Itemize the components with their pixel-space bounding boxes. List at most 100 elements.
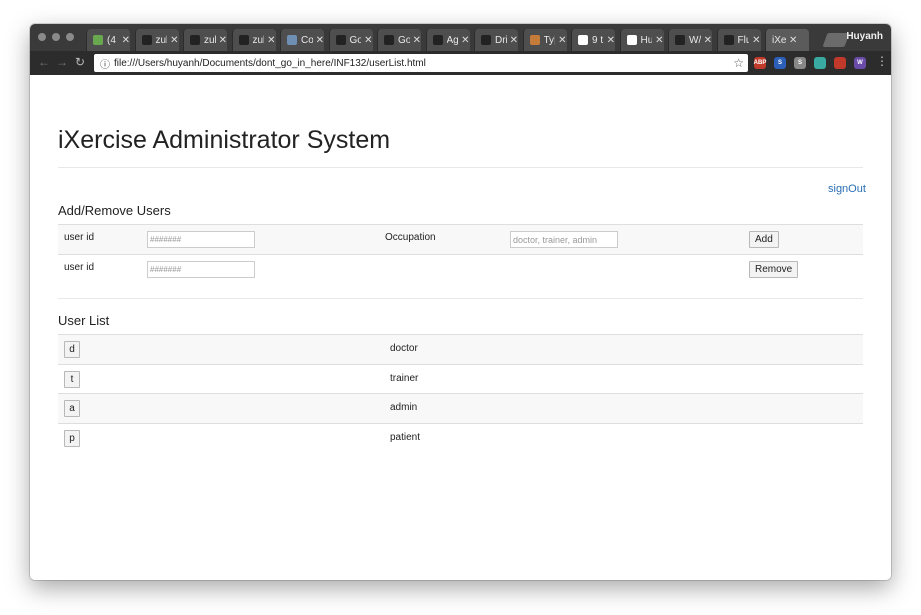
user-id-button[interactable]: t	[64, 370, 80, 388]
occupation-cell: patient	[390, 431, 421, 443]
menu-icon[interactable]: ⋮	[876, 54, 888, 68]
tab-label: Go	[398, 34, 410, 46]
bookmark-star-icon[interactable]: ☆	[733, 56, 744, 70]
remove-user-row: user id ####### Remove	[58, 254, 863, 284]
extension-icon[interactable]: S	[794, 57, 806, 69]
tab-label: Co	[301, 34, 313, 46]
add-button[interactable]: Add	[749, 231, 779, 248]
browser-tab[interactable]: W/✕	[668, 29, 712, 51]
profile-name[interactable]: Huyanh	[846, 31, 883, 42]
tab-label: zul	[155, 34, 168, 46]
tab-bar: (4✕zul✕zul✕zul✕Co✕Go✕Go✕Ag✕Dri✕Ty|✕9 t✕H…	[30, 24, 891, 51]
browser-tab[interactable]: Co ✕	[280, 29, 324, 51]
reload-icon[interactable]: ↻	[75, 55, 85, 69]
browser-tab[interactable]: (4 ✕	[86, 29, 130, 51]
user-id-button[interactable]: d	[64, 341, 80, 358]
browser-tab[interactable]: zul ✕	[183, 29, 227, 51]
maximize-window-icon[interactable]	[66, 33, 74, 41]
browser-tab[interactable]: Hu ✕	[619, 29, 664, 51]
grid-icon	[287, 35, 297, 45]
close-tab-icon[interactable]: ✕	[461, 35, 469, 46]
add-user-row: user id ####### Occupation doctor, train…	[58, 224, 863, 254]
forward-icon[interactable]: →	[56, 55, 68, 69]
browser-tab[interactable]: Ty|✕	[522, 29, 567, 51]
close-tab-icon[interactable]: ✕	[316, 35, 324, 46]
occupation-cell: doctor	[390, 343, 418, 354]
tab-label: Hu	[640, 34, 653, 46]
info-icon[interactable]: ⓘ	[100, 56, 110, 71]
tab-label: Dri	[495, 34, 507, 46]
github-icon	[238, 35, 249, 45]
tab-label: Ag	[446, 34, 459, 46]
close-tab-icon[interactable]: ✕	[558, 35, 566, 46]
close-window-icon[interactable]	[38, 33, 46, 41]
close-tab-icon[interactable]: ✕	[122, 35, 130, 46]
user-id-label: user id	[64, 262, 95, 273]
tab-label: Ty|	[543, 34, 556, 46]
github-icon	[481, 35, 491, 45]
extension-icon[interactable]: W	[854, 57, 866, 69]
extension-icon[interactable]: ABP	[754, 57, 766, 69]
close-tab-icon[interactable]: ✕	[655, 35, 663, 46]
browser-tab[interactable]: zul ✕	[231, 29, 276, 51]
minimize-window-icon[interactable]	[52, 33, 60, 41]
user-id-button[interactable]: p	[64, 429, 80, 447]
close-tab-icon[interactable]: ✕	[789, 35, 797, 46]
github-icon	[141, 35, 152, 45]
browser-tab[interactable]: Go ✕	[328, 29, 373, 51]
github-icon	[723, 35, 734, 45]
add-user-id-input[interactable]: #######	[147, 231, 255, 248]
tab-label: (4	[107, 34, 116, 46]
occupation-cell: admin	[390, 402, 418, 413]
close-tab-icon[interactable]: ✕	[413, 35, 421, 46]
browser-window: (4✕zul✕zul✕zul✕Co✕Go✕Go✕Ag✕Dri✕Ty|✕9 t✕H…	[30, 24, 891, 580]
tab-label: Go	[349, 34, 362, 46]
table-row: t trainer	[58, 363, 863, 394]
code-icon	[529, 35, 540, 45]
tab-label: iXe	[772, 34, 786, 46]
user-id-button[interactable]: a	[64, 400, 80, 417]
table-row: d doctor	[58, 334, 863, 364]
close-tab-icon[interactable]: ✕	[704, 35, 712, 46]
table-row: p patient	[58, 422, 863, 453]
github-icon	[432, 35, 443, 45]
table-row: a admin	[58, 393, 863, 423]
tab-label: W/	[689, 34, 701, 46]
close-tab-icon[interactable]: ✕	[267, 35, 275, 46]
close-tab-icon[interactable]: ✕	[219, 35, 227, 46]
occupation-label: Occupation	[385, 232, 436, 243]
user-list-heading: User List	[58, 313, 110, 328]
browser-toolbar: ← → ↻ ⓘ file:///Users/huyanh/Documents/d…	[30, 51, 891, 75]
back-icon[interactable]: ←	[38, 55, 50, 69]
user-id-label: user id	[64, 232, 95, 243]
github-icon	[190, 35, 200, 45]
title-divider	[58, 167, 863, 168]
signout-link[interactable]: signOut	[828, 183, 866, 195]
github-icon	[384, 35, 394, 45]
browser-tab[interactable]: Go ✕	[377, 29, 421, 51]
extension-icon[interactable]	[834, 57, 846, 69]
browser-tab[interactable]: Flu ✕	[716, 29, 761, 51]
remove-user-id-input[interactable]: #######	[147, 261, 255, 278]
browser-tab[interactable]: 9 t ✕	[571, 29, 615, 51]
browser-tab[interactable]: iXe ✕	[765, 29, 809, 51]
extension-icon[interactable]: S	[774, 57, 786, 69]
browser-tab[interactable]: Ag ✕	[425, 29, 470, 51]
section-divider	[58, 298, 863, 299]
tab-label: zul	[204, 34, 216, 46]
browser-tab[interactable]: zul ✕	[134, 29, 179, 51]
address-bar[interactable]: ⓘ file:///Users/huyanh/Documents/dont_go…	[94, 54, 748, 72]
extension-icon[interactable]	[814, 57, 826, 69]
remove-button[interactable]: Remove	[749, 261, 799, 278]
close-tab-icon[interactable]: ✕	[170, 35, 178, 46]
close-tab-icon[interactable]: ✕	[364, 35, 372, 46]
close-tab-icon[interactable]: ✕	[607, 35, 615, 46]
add-remove-heading: Add/Remove Users	[58, 203, 171, 218]
browser-tab[interactable]: Dri ✕	[474, 29, 518, 51]
close-tab-icon[interactable]: ✕	[510, 35, 518, 46]
github-icon	[335, 35, 346, 45]
github-icon	[675, 35, 685, 45]
close-tab-icon[interactable]: ✕	[752, 35, 760, 46]
occupation-input[interactable]: doctor, trainer, admin	[510, 231, 618, 248]
ws-icon	[626, 35, 637, 45]
